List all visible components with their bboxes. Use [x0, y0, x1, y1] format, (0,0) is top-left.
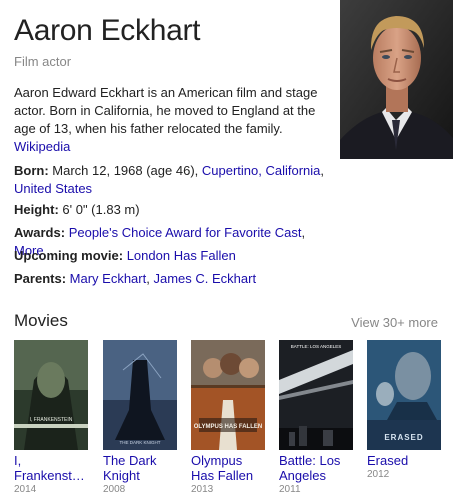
- view-more-movies-link[interactable]: View 30+ more: [351, 315, 438, 330]
- poster-text: OLYMPUS HAS FALLEN: [194, 424, 262, 430]
- country-link[interactable]: United States: [14, 181, 92, 196]
- fact-height-label: Height:: [14, 202, 59, 217]
- movie-title[interactable]: The Dark Knight: [103, 453, 179, 483]
- movie-year: 2014: [14, 484, 37, 495]
- fact-upcoming-label: Upcoming movie:: [14, 248, 124, 263]
- wikipedia-link[interactable]: Wikipedia: [14, 139, 70, 154]
- movie-year: 2008: [103, 484, 126, 495]
- movie-poster[interactable]: OLYMPUS HAS FALLEN: [191, 340, 265, 450]
- movie-title-line1: I,: [14, 453, 22, 468]
- movie-year: 2013: [191, 484, 214, 495]
- movie-card[interactable]: ERASED Erased 2012: [367, 340, 443, 481]
- movie-title-line1: Olympus: [191, 453, 243, 468]
- movie-title-line2: Angeles: [279, 468, 326, 483]
- award-link[interactable]: People's Choice Award for Favorite Cast: [69, 225, 302, 240]
- parent-mother-link[interactable]: Mary Eckhart: [70, 271, 147, 286]
- person-name: Aaron Eckhart: [14, 14, 201, 47]
- person-photo[interactable]: [340, 0, 453, 159]
- movie-card[interactable]: I, FRANKENSTEIN I, Frankenst… 2014: [14, 340, 90, 496]
- description-text: Aaron Edward Eckhart is an American film…: [14, 85, 318, 136]
- movie-title-line2: Has Fallen: [191, 468, 254, 483]
- birthplace-link[interactable]: Cupertino, California: [202, 163, 321, 178]
- movie-year: 2011: [279, 484, 301, 495]
- movie-card[interactable]: THE DARK KNIGHT The Dark Knight 2008: [103, 340, 179, 496]
- movie-poster[interactable]: I, FRANKENSTEIN: [14, 340, 88, 450]
- movie-title-line1: The Dark: [103, 453, 157, 468]
- person-subtitle: Film actor: [14, 54, 72, 69]
- fact-born-sep: ,: [320, 163, 325, 178]
- upcoming-movie-link[interactable]: London Has Fallen: [127, 248, 236, 263]
- fact-awards-label: Awards:: [14, 225, 66, 240]
- parent-father-link[interactable]: James C. Eckhart: [153, 271, 256, 286]
- fact-born-date: March 12, 1968 (age 46),: [48, 163, 202, 178]
- movie-title-line2: Knight: [103, 468, 140, 483]
- movie-title-line1: Erased: [367, 453, 409, 468]
- movie-poster[interactable]: BATTLE: LOS ANGELES: [279, 340, 353, 450]
- movie-title[interactable]: Erased: [367, 453, 443, 468]
- movie-title-line1: Battle: Los: [279, 453, 341, 468]
- movie-card[interactable]: OLYMPUS HAS FALLEN Olympus Has Fallen 201…: [191, 340, 267, 496]
- fact-parents: Parents: Mary Eckhart, James C. Eckhart: [14, 270, 334, 288]
- fact-height: Height: 6' 0" (1.83 m): [14, 201, 334, 219]
- movie-title[interactable]: I, Frankenst…: [14, 453, 90, 483]
- poster-text: BATTLE: LOS ANGELES: [291, 344, 341, 349]
- fact-upcoming-movie: Upcoming movie: London Has Fallen: [14, 247, 334, 265]
- movie-card[interactable]: BATTLE: LOS ANGELES Battle: Los Angeles 2…: [279, 340, 355, 496]
- fact-born: Born: March 12, 1968 (age 46), Cupertino…: [14, 162, 334, 198]
- movie-title-line2: Frankenst…: [14, 468, 85, 483]
- movie-poster[interactable]: THE DARK KNIGHT: [103, 340, 177, 450]
- fact-awards-sep: ,: [301, 225, 306, 240]
- fact-born-label: Born:: [14, 163, 49, 178]
- poster-text: ERASED: [384, 433, 423, 442]
- movies-header: Movies: [14, 311, 68, 330]
- movie-poster[interactable]: ERASED: [367, 340, 441, 450]
- movie-title[interactable]: Olympus Has Fallen: [191, 453, 267, 483]
- poster-text: THE DARK KNIGHT: [119, 440, 160, 445]
- movie-year: 2012: [367, 469, 390, 480]
- person-description: Aaron Edward Eckhart is an American film…: [14, 84, 330, 156]
- fact-height-value: 6' 0" (1.83 m): [58, 202, 140, 217]
- movie-title[interactable]: Battle: Los Angeles: [279, 453, 355, 483]
- fact-parents-label: Parents:: [14, 271, 67, 286]
- poster-text: I, FRANKENSTEIN: [30, 417, 73, 423]
